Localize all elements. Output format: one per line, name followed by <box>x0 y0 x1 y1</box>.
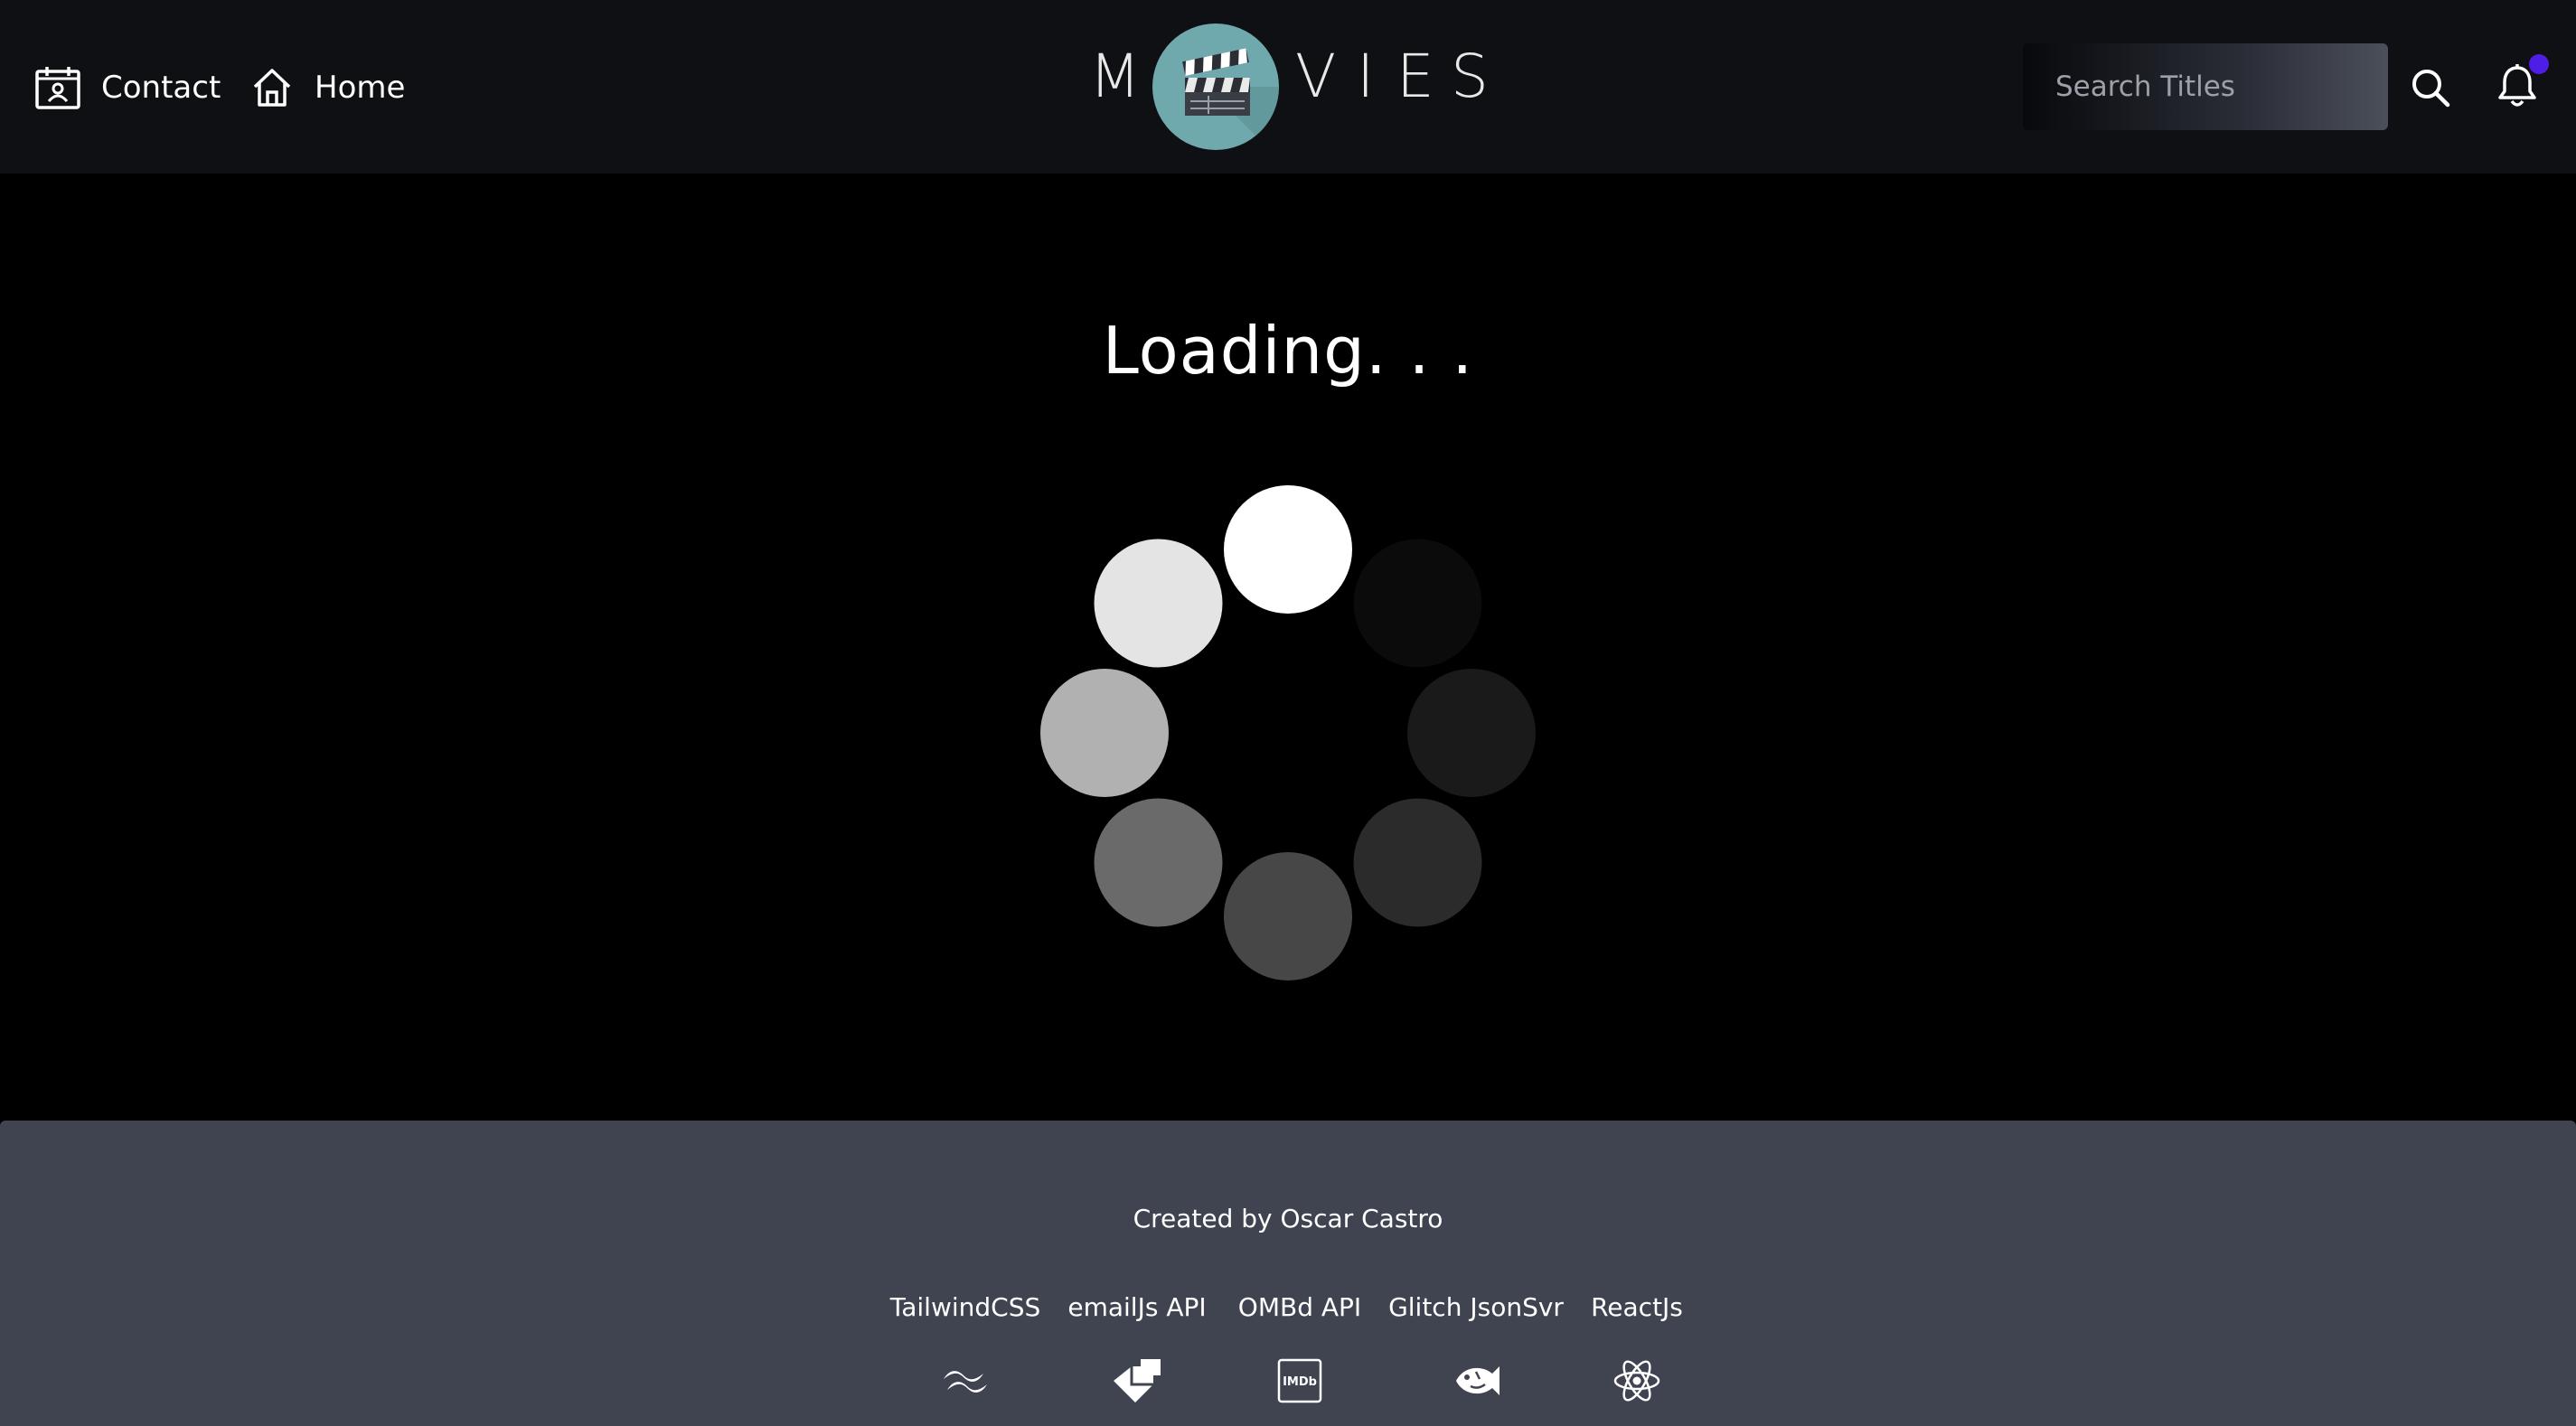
tech-label-tailwind[interactable]: TailwindCSS <box>890 1292 1040 1322</box>
tech-label-emailjs[interactable]: emailJs API <box>1067 1292 1206 1322</box>
calendar-contact-icon <box>34 65 81 110</box>
tech-label-glitch[interactable]: Glitch JsonSvr <box>1388 1292 1564 1322</box>
loading-text: Loading. . . <box>1102 313 1474 389</box>
tech-label-react[interactable]: ReactJs <box>1591 1292 1683 1322</box>
logo-letter-e: E <box>1396 42 1434 111</box>
bell-icon <box>2496 64 2538 112</box>
spinner-dot <box>1094 798 1223 927</box>
top-navbar: Contact Home M V I E S Search Titles <box>0 0 2576 174</box>
tailwind-icon[interactable] <box>940 1356 991 1406</box>
svg-text:IMDb: IMDb <box>1283 1375 1317 1389</box>
spinner-dot <box>1040 669 1169 797</box>
react-icon[interactable] <box>1612 1356 1662 1406</box>
imdb-icon[interactable]: IMDb <box>1274 1356 1325 1406</box>
search-button[interactable] <box>2410 67 2451 108</box>
home-label: Home <box>315 70 406 106</box>
logo-letter-s: S <box>1451 42 1489 111</box>
logo-letter-i: I <box>1357 42 1375 111</box>
movies-logo[interactable]: M V I E S <box>1089 20 1489 154</box>
spinner-dot <box>1224 485 1352 614</box>
emailjs-icon[interactable] <box>1112 1356 1162 1406</box>
tech-label-omdb[interactable]: OMBd API <box>1238 1292 1361 1322</box>
logo-letter-m: M <box>1089 42 1141 111</box>
footer-credit: Created by Oscar Castro <box>1133 1204 1443 1234</box>
footer: Created by Oscar Castro TailwindCSS emai… <box>0 1121 2576 1426</box>
glitch-fish-icon[interactable] <box>1451 1356 1501 1406</box>
home-icon <box>251 67 293 108</box>
spinner-dot <box>1407 669 1536 797</box>
contact-label: Contact <box>101 70 221 106</box>
notification-indicator <box>2529 54 2549 74</box>
logo-letter-v: V <box>1295 42 1337 111</box>
spinner-dot <box>1224 852 1352 980</box>
search-box <box>2023 43 2388 130</box>
home-link[interactable]: Home <box>251 63 405 112</box>
search-input[interactable] <box>2054 70 2364 104</box>
search-icon <box>2410 70 2451 112</box>
spinner-dot <box>1353 539 1482 668</box>
loading-spinner <box>1040 485 1536 980</box>
contact-link[interactable]: Contact <box>34 63 221 112</box>
spinner-dot <box>1353 798 1482 927</box>
spinner-dot <box>1094 539 1223 668</box>
clapperboard-icon <box>1152 23 1279 150</box>
